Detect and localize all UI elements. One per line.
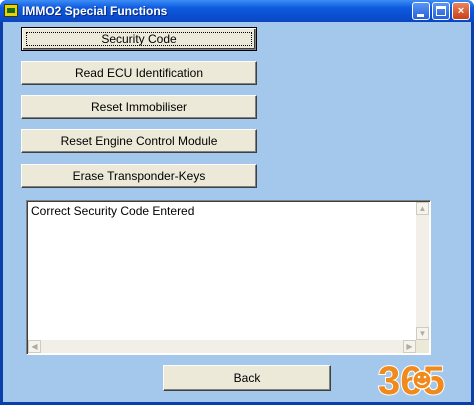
output-message: Correct Security Code Entered xyxy=(31,204,195,218)
reset-engine-control-module-button[interactable]: Reset Engine Control Module xyxy=(21,129,257,153)
minimize-button[interactable] xyxy=(412,2,430,20)
watermark-logo: 365 xyxy=(377,358,446,402)
maximize-icon xyxy=(436,6,446,16)
application-window: IMMO2 Special Functions × Security Code … xyxy=(0,0,474,405)
scroll-down-icon[interactable]: ▼ xyxy=(416,327,429,340)
vertical-scrollbar[interactable]: ▲ ▼ xyxy=(416,202,429,340)
close-button[interactable]: × xyxy=(452,2,470,20)
button-label: Back xyxy=(233,370,261,385)
scroll-left-icon[interactable]: ◀ xyxy=(28,340,41,353)
button-label: Reset Immobiliser xyxy=(90,99,188,114)
button-label: Reset Engine Control Module xyxy=(60,133,218,148)
button-label: Erase Transponder-Keys xyxy=(72,168,206,183)
button-label: Security Code xyxy=(101,31,177,46)
title-bar[interactable]: IMMO2 Special Functions × xyxy=(0,0,474,22)
smiley-eye xyxy=(417,375,421,379)
reset-immobiliser-button[interactable]: Reset Immobiliser xyxy=(21,95,257,119)
read-ecu-identification-button[interactable]: Read ECU Identification xyxy=(21,61,257,85)
app-icon xyxy=(4,4,18,17)
minimize-icon xyxy=(417,14,424,17)
maximize-button[interactable] xyxy=(432,2,450,20)
security-code-button[interactable]: Security Code xyxy=(21,27,257,51)
window-title: IMMO2 Special Functions xyxy=(22,4,168,18)
output-textbox[interactable]: Correct Security Code Entered ▲ ▼ ◀ ▶ xyxy=(26,200,431,355)
erase-transponder-keys-button[interactable]: Erase Transponder-Keys xyxy=(21,164,257,188)
button-label: Read ECU Identification xyxy=(74,65,204,80)
smiley-eye xyxy=(423,375,427,379)
horizontal-scrollbar[interactable]: ◀ ▶ xyxy=(28,340,416,353)
close-icon: × xyxy=(457,5,465,17)
back-button[interactable]: Back xyxy=(163,365,331,391)
scroll-up-icon[interactable]: ▲ xyxy=(416,202,429,215)
watermark-text: 365 xyxy=(378,359,445,402)
smiley-icon xyxy=(412,370,432,390)
